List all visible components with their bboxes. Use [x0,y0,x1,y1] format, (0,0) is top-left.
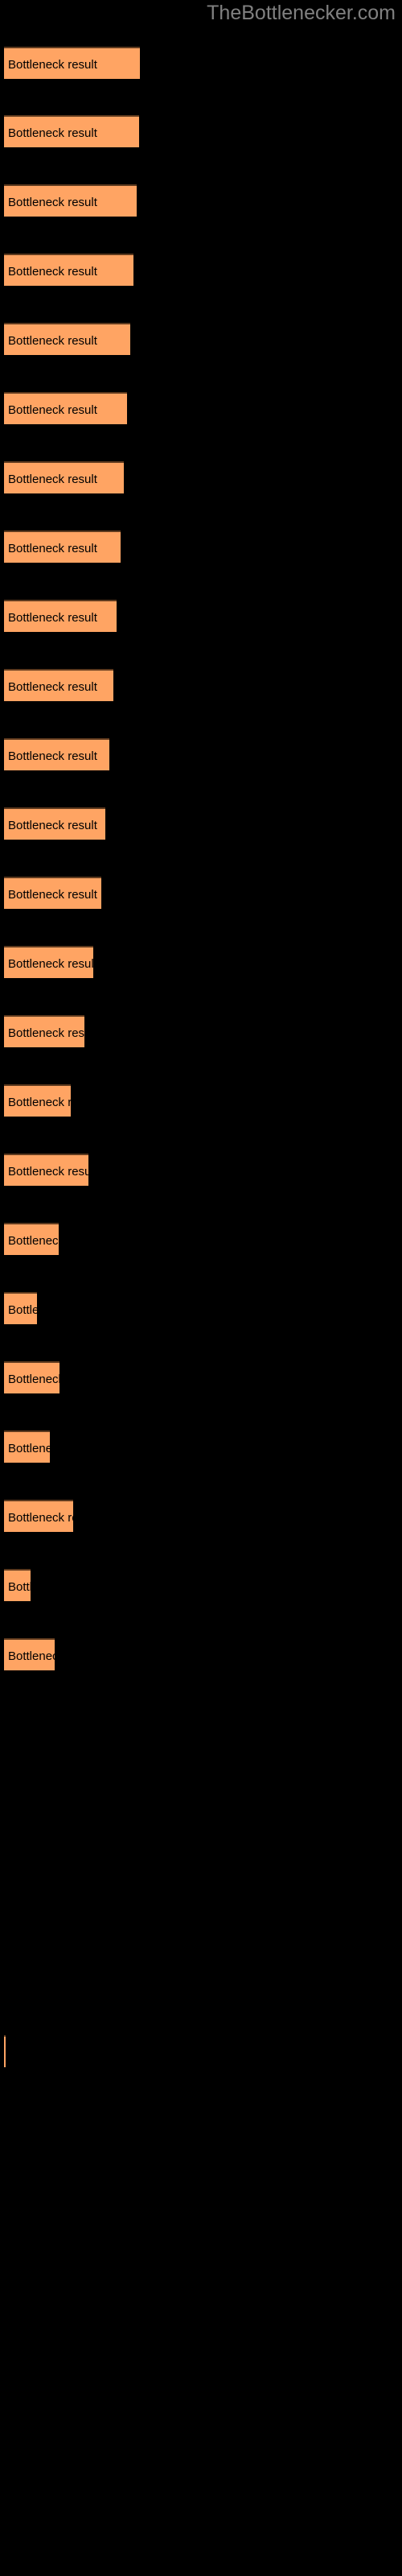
bar-label: Bottleneck result [8,749,97,763]
legend-color-swatch [4,2035,6,2067]
bar[interactable]: Bottleneck result [4,392,127,424]
bar[interactable]: Bottleneck result [4,1292,37,1324]
bar[interactable]: Bottleneck result [4,47,140,79]
bar[interactable]: Bottleneck result [4,115,139,147]
bar-label: Bottleneck result [8,1026,84,1040]
bar[interactable]: Bottleneck result [4,1638,55,1670]
bar[interactable]: Bottleneck result [4,254,133,286]
bar-label: Bottleneck result [8,1580,31,1594]
bar-label: Bottleneck result [8,1373,59,1386]
bar[interactable]: Bottleneck result [4,530,121,563]
bar[interactable]: Bottleneck result [4,461,124,493]
bar-label: Bottleneck result [8,611,97,625]
bar[interactable]: Bottleneck result [4,1430,50,1463]
bar[interactable]: Bottleneck result [4,1154,88,1186]
bar[interactable]: Bottleneck result [4,946,93,978]
bar-label: Bottleneck result [8,196,97,209]
bar-label: Bottleneck result [8,126,97,140]
bar-label: Bottleneck result [8,1649,55,1663]
bar-label: Bottleneck result [8,819,97,832]
bar-label: Bottleneck result [8,1165,88,1179]
bar[interactable]: Bottleneck result [4,807,105,840]
bar[interactable]: Bottleneck result [4,669,113,701]
bar-label: Bottleneck result [8,334,97,348]
bar-label: Bottleneck result [8,680,97,694]
bar[interactable]: Bottleneck result [4,877,101,909]
site-title-watermark: TheBottlenecker.com [207,2,396,24]
bar-label: Bottleneck result [8,1511,73,1525]
bar[interactable]: Bottleneck result [4,1084,71,1117]
bar[interactable]: Bottleneck result [4,1569,31,1601]
bar[interactable]: Bottleneck result [4,1223,59,1255]
bar-label: Bottleneck result [8,1303,37,1317]
bar-label: Bottleneck result [8,1096,71,1109]
bar-label: Bottleneck result [8,888,97,902]
bar[interactable]: Bottleneck result [4,1361,59,1393]
bar[interactable]: Bottleneck result [4,184,137,217]
bar-label: Bottleneck result [8,542,97,555]
bar[interactable]: Bottleneck result [4,323,130,355]
bar[interactable]: Bottleneck result [4,1500,73,1532]
bar-label: Bottleneck result [8,58,97,72]
bar-label: Bottleneck result [8,957,93,971]
bar[interactable]: Bottleneck result [4,1015,84,1047]
bar-label: Bottleneck result [8,1234,59,1248]
bar-label: Bottleneck result [8,265,97,279]
bar[interactable]: Bottleneck result [4,738,109,770]
bar-label: Bottleneck result [8,1442,50,1455]
bar-label: Bottleneck result [8,473,97,486]
bar[interactable]: Bottleneck result [4,600,117,632]
bar-chart-canvas: TheBottlenecker.com Bottleneck result Bot… [0,0,402,2576]
bar-label: Bottleneck result [8,403,97,417]
